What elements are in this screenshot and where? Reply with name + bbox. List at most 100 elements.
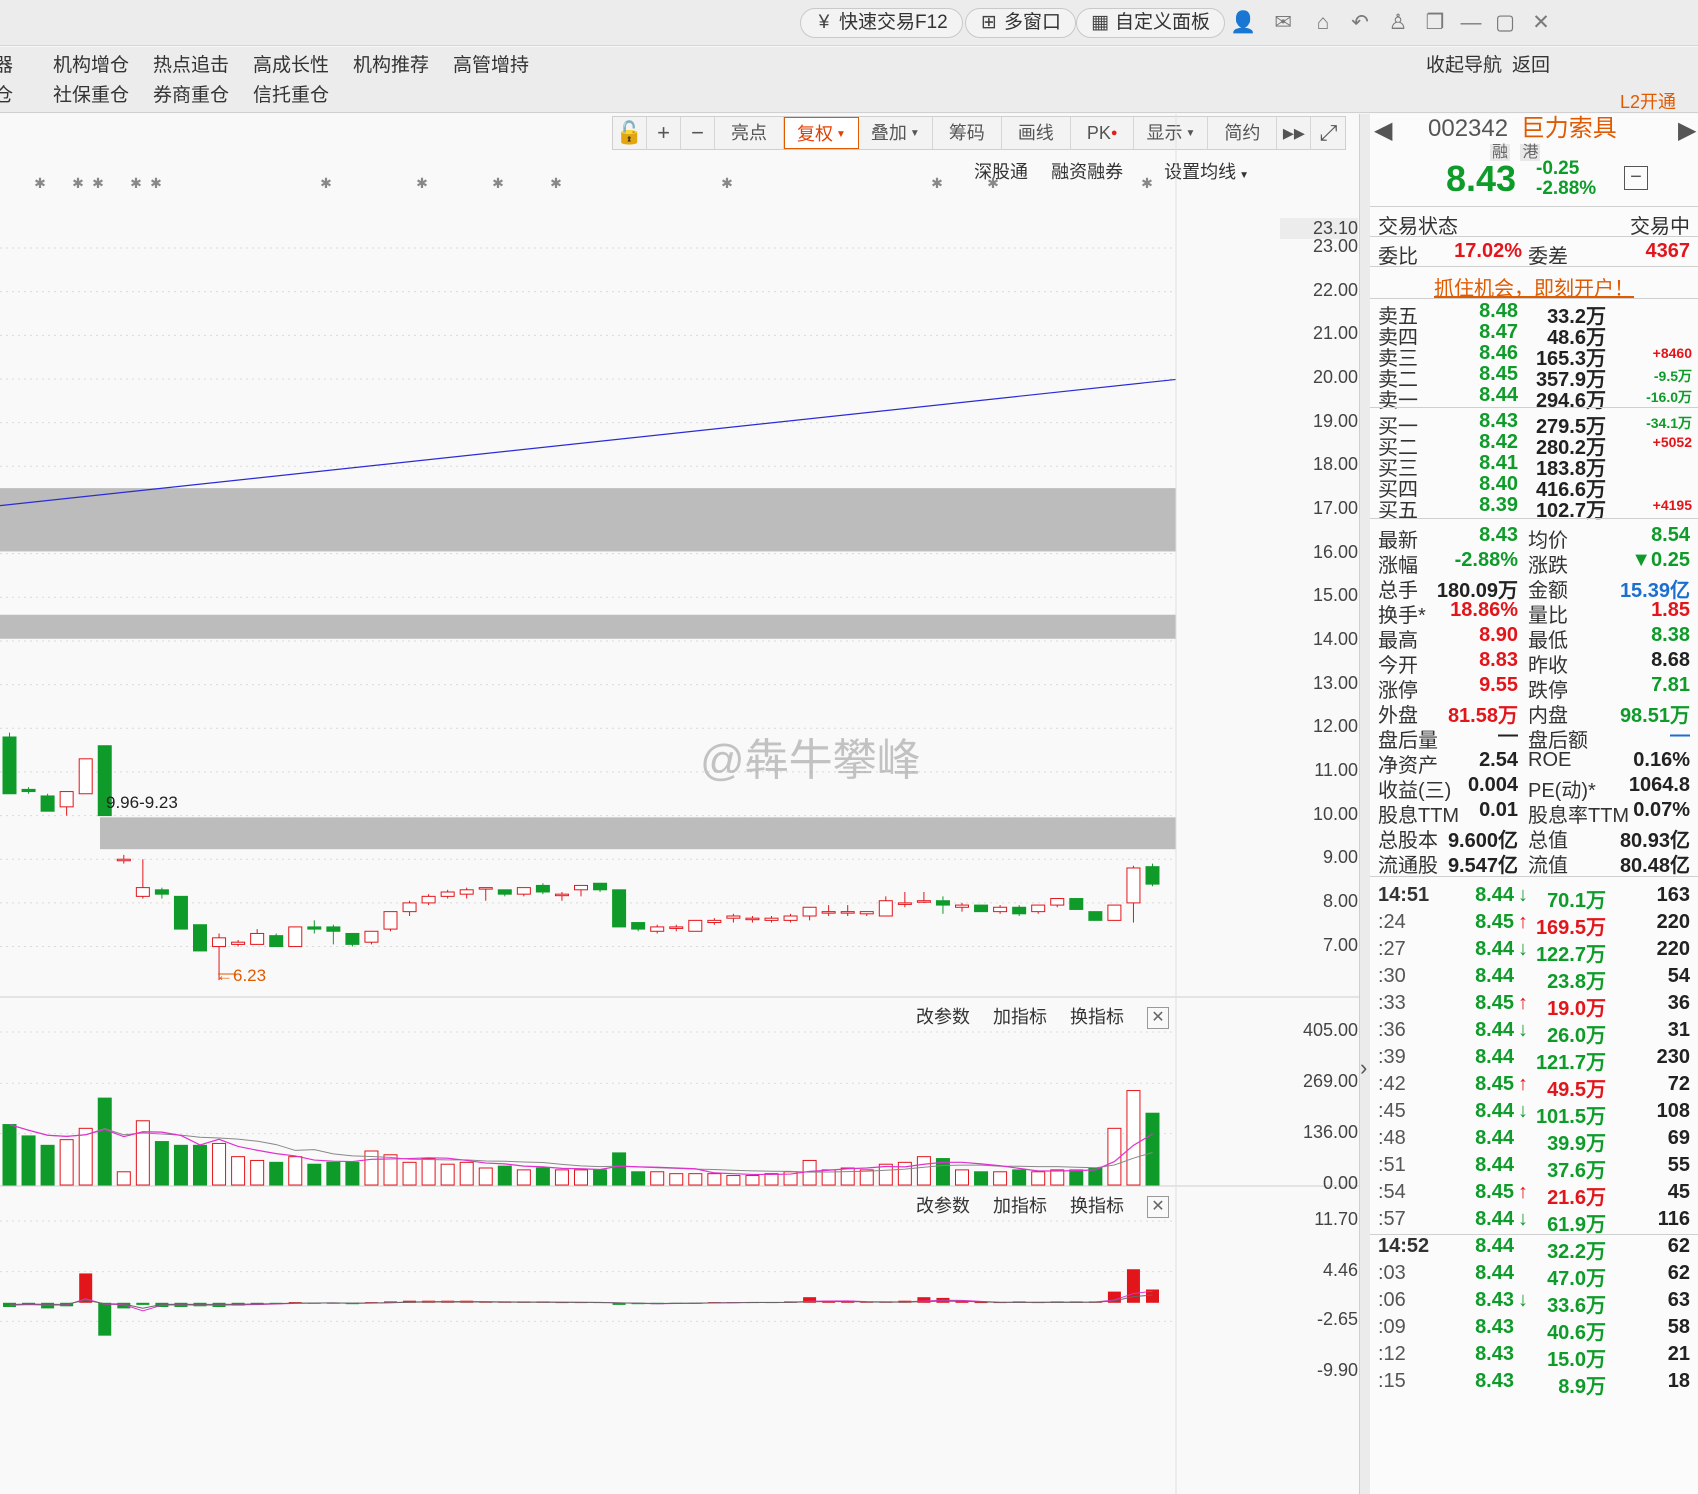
- volume-bar: [116, 1171, 131, 1186]
- candle-body: [554, 893, 569, 897]
- tick-count: 62: [1667, 1235, 1690, 1257]
- price-tick-label: 7.00: [1322, 934, 1358, 955]
- last-price: 8.43: [1446, 158, 1517, 199]
- tick-time: :36: [1378, 1019, 1406, 1041]
- price-tick-label: 17.00: [1312, 497, 1358, 518]
- collapse-arrow-icon[interactable]: ›: [1360, 1055, 1370, 1081]
- volume-bar: [212, 1142, 227, 1186]
- quote-label: ROE: [1528, 749, 1572, 771]
- candle-body: [1126, 867, 1141, 904]
- candle-body: [459, 889, 474, 895]
- tick-volume: 8.9万: [1558, 1376, 1606, 1398]
- candle-body: [612, 889, 627, 928]
- home-icon[interactable]: ⌂: [1310, 10, 1336, 36]
- mini-window-icon[interactable]: ❐: [1422, 10, 1448, 36]
- price-tick-label: 20.00: [1312, 366, 1358, 387]
- ask-row-price: 8.47: [1479, 321, 1518, 343]
- macd-bar: [98, 1302, 112, 1336]
- close-icon[interactable]: ✕: [1147, 1007, 1169, 1030]
- collapse-nav-button[interactable]: 收起导航: [1426, 50, 1502, 77]
- prev-stock-icon[interactable]: ◀: [1374, 116, 1392, 145]
- gap-zone: [100, 817, 1176, 850]
- nav-menu: 器 仓 机构增仓 热点追击 高成长性 机构推荐 高管增持 社保重仓 券商重仓 信…: [0, 47, 1698, 113]
- custom-panel-button[interactable]: ▦ 自定义面板: [1076, 8, 1226, 38]
- open-account-link[interactable]: 抓住机会，即刻开户！: [1370, 272, 1698, 301]
- volume-bar: [516, 1169, 531, 1186]
- low-label: ←6.23: [216, 966, 266, 985]
- candle-body: [764, 917, 779, 921]
- panel-splitter[interactable]: [1360, 114, 1370, 1494]
- tick-volume: 70.1万: [1547, 890, 1606, 912]
- candle-body: [193, 924, 207, 952]
- mail-icon[interactable]: ✉: [1270, 10, 1296, 36]
- volume-bar: [2, 1124, 17, 1186]
- quote-value: 2.54: [1479, 749, 1518, 771]
- shirt-icon[interactable]: ♙: [1385, 10, 1411, 36]
- quote-value: 8.38: [1651, 624, 1690, 646]
- tick-price: 8.44: [1475, 1208, 1514, 1230]
- diff-label: 委差: [1528, 246, 1568, 268]
- tick-volume: 169.5万: [1535, 917, 1606, 939]
- ask-row-price: 8.46: [1479, 342, 1518, 364]
- quick-trade-button[interactable]: ¥ 快速交易F12: [800, 8, 963, 38]
- volume-tick-label: 269.00: [1302, 1071, 1358, 1092]
- multi-window-button[interactable]: ⊞ 多窗口: [965, 8, 1077, 38]
- next-stock-icon[interactable]: ▶: [1678, 116, 1696, 145]
- close-icon[interactable]: ✕: [1147, 1196, 1169, 1219]
- tick-price: 8.43: [1475, 1343, 1514, 1365]
- volume-bar: [1145, 1112, 1160, 1186]
- back-button[interactable]: 返回: [1512, 50, 1550, 77]
- menu-item-growth[interactable]: 高成长性: [253, 50, 329, 77]
- candle-body: [593, 882, 608, 891]
- add-indicator-button[interactable]: 加指标: [993, 1196, 1047, 1216]
- switch-indicator-button[interactable]: 换指标: [1070, 1007, 1124, 1027]
- gap-zone: [0, 614, 1176, 639]
- volume-bar: [859, 1169, 874, 1186]
- tick-time: :39: [1378, 1046, 1406, 1068]
- close-icon[interactable]: ✕: [1528, 10, 1554, 36]
- volume-bar: [326, 1161, 341, 1186]
- volume-bar: [974, 1171, 989, 1186]
- menu-item-hotspot[interactable]: 热点追击: [153, 50, 229, 77]
- collapse-icon[interactable]: −: [1624, 166, 1648, 190]
- candle-body: [650, 926, 665, 932]
- menu-item-exec-add[interactable]: 高管增持: [453, 50, 529, 77]
- volume-bar: [745, 1175, 760, 1186]
- add-indicator-button[interactable]: 加指标: [993, 1007, 1047, 1027]
- menu-item-cut2[interactable]: 仓: [0, 80, 13, 107]
- menu-item-trust[interactable]: 信托重仓: [253, 80, 329, 107]
- tick-time: :45: [1378, 1100, 1406, 1122]
- menu-item-cut1[interactable]: 器: [0, 50, 13, 77]
- menu-item-inst-add[interactable]: 机构增仓: [53, 50, 129, 77]
- ask-row-volume: 294.6万: [1535, 390, 1606, 412]
- minimize-icon[interactable]: —: [1458, 10, 1484, 36]
- volume-bar: [250, 1159, 265, 1186]
- tick-volume: 32.2万: [1547, 1241, 1606, 1263]
- tick-time: :33: [1378, 992, 1406, 1014]
- user-icon[interactable]: 👤: [1230, 10, 1256, 36]
- tick-count: 63: [1667, 1289, 1690, 1311]
- l2-open-link[interactable]: L2开通: [1620, 88, 1676, 114]
- macd-tick-label: 11.70: [1314, 1209, 1358, 1229]
- volume-bar: [135, 1120, 150, 1186]
- tick-time: :57: [1378, 1208, 1406, 1230]
- change-param-button[interactable]: 改参数: [916, 1007, 970, 1027]
- menu-item-broker[interactable]: 券商重仓: [153, 80, 229, 107]
- switch-indicator-button[interactable]: 换指标: [1070, 1196, 1124, 1216]
- event-marker-icon: ✱: [987, 175, 999, 191]
- change-param-button[interactable]: 改参数: [916, 1196, 970, 1216]
- gap-label: 9.96-9.23: [106, 793, 178, 812]
- quote-value: 8.43: [1479, 524, 1518, 546]
- tick-count: 54: [1667, 965, 1690, 987]
- undo-icon[interactable]: ↶: [1347, 10, 1373, 36]
- volume-tick-label: 405.00: [1302, 1020, 1358, 1040]
- tick-count: 116: [1657, 1208, 1690, 1230]
- candle-body: [726, 915, 741, 919]
- volume-bar: [916, 1156, 931, 1186]
- menu-item-inst-rec[interactable]: 机构推荐: [353, 50, 429, 77]
- candle-body: [269, 935, 284, 948]
- maximize-icon[interactable]: ▢: [1492, 10, 1518, 36]
- menu-item-social[interactable]: 社保重仓: [53, 80, 129, 107]
- candle-body: [78, 758, 93, 795]
- kline-chart-area[interactable]: 🔓 + − 亮点 复权 ▼ 叠加 ▼ 筹码 画线 PK● 显示 ▼ 简约 ▸▸ ⤢ 深…: [0, 114, 1360, 1494]
